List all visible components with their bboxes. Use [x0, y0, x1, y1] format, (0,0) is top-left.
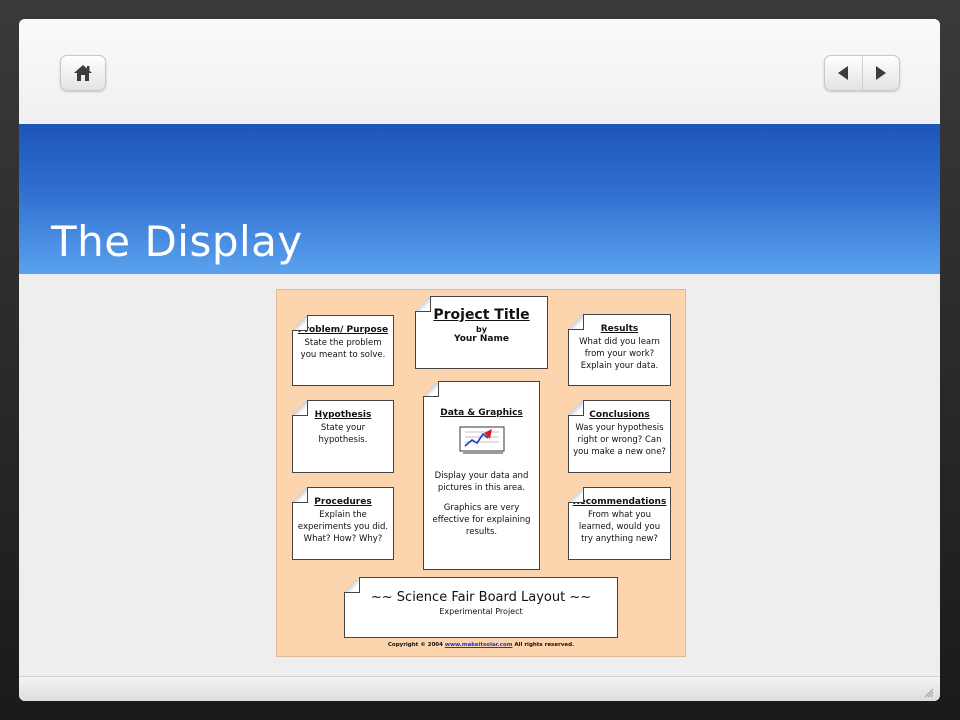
home-icon: [74, 65, 92, 81]
note-data-graphics: Data & Graphics Display your data and pi…: [423, 381, 540, 570]
triangle-right-icon: [875, 66, 886, 80]
top-toolbar: [19, 19, 940, 124]
note-line: learned, would you: [578, 522, 661, 532]
note-line: State your: [320, 423, 366, 433]
note-hypothesis: Hypothesis State your hypothesis.: [292, 400, 394, 473]
graph-icon: [459, 426, 504, 454]
note-procedures: Procedures Explain the experiments you d…: [292, 487, 394, 560]
note-line: Display your data and: [434, 471, 529, 481]
note-heading: Recommendations: [572, 497, 667, 507]
note-heading: Procedures: [314, 497, 372, 507]
note-line: you meant to solve.: [300, 350, 386, 360]
note-line: Was your hypothesis: [575, 423, 664, 433]
project-by: by: [476, 325, 487, 334]
home-button[interactable]: [60, 55, 106, 91]
note-problem: Problem/ Purpose State the problem you m…: [292, 315, 394, 386]
note-line: effective for explaining: [432, 515, 531, 525]
note-conclusions: Conclusions Was your hypothesis right or…: [568, 400, 671, 473]
note-line: hypothesis.: [318, 435, 368, 445]
note-line: What? How? Why?: [303, 534, 383, 544]
title-band: The Display: [19, 124, 940, 274]
project-title: Project Title: [433, 307, 530, 323]
note-line: from your work?: [584, 349, 655, 359]
note-body: Graphics are very effective for explaini…: [427, 502, 536, 538]
slide-title: The Display: [51, 217, 303, 266]
board-layout-subtitle: Experimental Project: [439, 607, 523, 616]
note-line: experiments you did.: [297, 522, 389, 532]
bottom-bar: [19, 676, 940, 701]
note-body: Display your data and pictures in this a…: [427, 470, 536, 494]
triangle-left-icon: [838, 66, 849, 80]
page-nav: [824, 55, 900, 91]
note-line: What did you learn: [579, 337, 660, 347]
note-line: State the problem: [304, 338, 382, 348]
note-heading: Problem/ Purpose: [297, 325, 389, 335]
copyright-link: www.makeitsolar.com: [444, 642, 513, 648]
note-line: try anything new?: [581, 534, 658, 544]
note-body: State the problem you meant to solve.: [296, 337, 390, 361]
previous-slide-button[interactable]: [825, 56, 862, 90]
note-line: Explain the: [319, 510, 367, 520]
note-recommendations: Recommendations From what you learned, w…: [568, 487, 671, 560]
note-line: you make a new one?: [573, 447, 666, 457]
note-body: Explain the experiments you did. What? H…: [296, 509, 390, 545]
note-body: State your hypothesis.: [296, 422, 390, 446]
note-line: results.: [465, 527, 498, 537]
copyright-line: Copyright © 2004 www.makeitsolar.com All…: [277, 642, 685, 648]
note-body: Was your hypothesis right or wrong? Can …: [572, 422, 667, 458]
note-results: Results What did you learn from your wor…: [568, 314, 671, 386]
science-fair-board-image: Problem/ Purpose State the problem you m…: [276, 289, 686, 657]
note-heading: Hypothesis: [314, 410, 372, 420]
note-line: right or wrong? Can: [577, 435, 662, 445]
note-board-layout: ~~ Science Fair Board Layout ~~ Experime…: [344, 577, 618, 638]
note-project-title: Project Title by Your Name: [415, 296, 548, 369]
note-heading: Results: [600, 324, 639, 334]
note-line: Explain your data.: [580, 361, 659, 371]
copyright-text: Copyright © 2004: [387, 642, 443, 648]
slide: The Display Problem/ Purpose State the p…: [19, 19, 940, 701]
copyright-suffix: All rights reserved.: [514, 642, 575, 648]
note-heading: Data & Graphics: [440, 408, 523, 418]
note-line: pictures in this area.: [437, 483, 526, 493]
note-heading: Conclusions: [589, 410, 650, 420]
resize-grip-icon[interactable]: [922, 686, 934, 698]
note-line: From what you: [588, 510, 651, 520]
project-name: Your Name: [454, 334, 509, 344]
next-slide-button[interactable]: [861, 56, 900, 90]
board-layout-title: ~~ Science Fair Board Layout ~~: [370, 590, 592, 605]
note-body: What did you learn from your work? Expla…: [572, 336, 667, 372]
note-body: From what you learned, would you try any…: [572, 509, 667, 545]
note-line: Graphics are very: [443, 503, 520, 513]
